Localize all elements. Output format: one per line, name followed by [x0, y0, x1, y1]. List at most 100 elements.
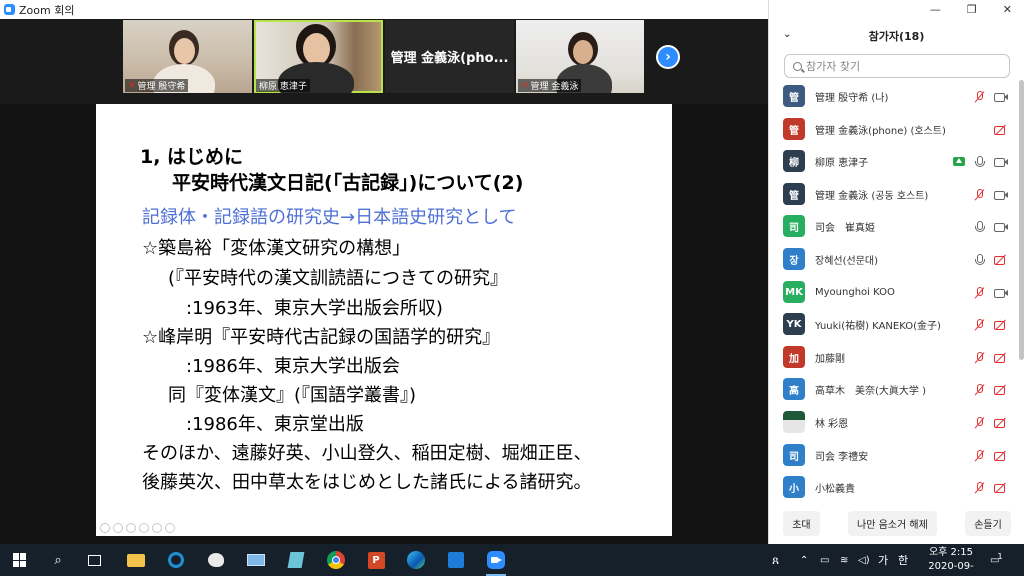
edge-icon[interactable]	[404, 548, 428, 572]
slide-subtitle: 記録体・記録語の研究史→日本語史研究として	[142, 207, 517, 228]
search-input[interactable]	[806, 59, 996, 73]
shared-screen-area: 1, はじめに 平安時代漢文日記(「古記録」)について(2) 記録体・記録語の研…	[0, 104, 768, 544]
task-view-icon[interactable]	[82, 548, 106, 572]
window-controls: — ❐ ✕	[769, 0, 1024, 19]
paint-icon[interactable]	[204, 548, 228, 572]
slide-line: 同『変体漢文』(『国語学叢書』)	[168, 385, 417, 406]
video-tile-label: ✕ 管理 金義泳	[518, 79, 582, 92]
minimize-icon[interactable]: —	[930, 3, 941, 16]
slide-line: :1986年、東京大学出版会	[186, 356, 400, 377]
mic-muted-icon	[973, 351, 986, 363]
pen-icon[interactable]	[126, 523, 136, 533]
participant-row[interactable]: MK Myounghoi KOO	[769, 276, 1017, 308]
internet-explorer-icon[interactable]	[164, 548, 188, 572]
participant-name: 管理 殷守希 (나)	[815, 92, 889, 104]
person-face	[303, 33, 330, 65]
video-tile[interactable]: 管理 金義泳(pho...	[385, 20, 514, 93]
video-tile[interactable]: ✕ 管理 金義泳	[516, 20, 644, 93]
mic-muted-icon	[973, 188, 986, 200]
participant-status-icons	[973, 416, 1007, 428]
participant-row[interactable]: 司司会 李禮安	[769, 439, 1017, 471]
next-page-button[interactable]: ›	[656, 45, 680, 69]
participant-status-icons	[973, 90, 1007, 102]
participant-status-icons	[994, 124, 1007, 135]
camera-off-icon	[994, 384, 1007, 395]
participant-status-icons	[973, 383, 1007, 395]
ime-mode-indicator[interactable]: 가	[878, 544, 888, 576]
people-icon[interactable]: ጸ	[772, 544, 779, 576]
more-icon[interactable]	[165, 523, 175, 533]
avatar: 司	[783, 444, 805, 466]
maximize-icon[interactable]: ❐	[967, 3, 977, 16]
participant-row[interactable]: 柳柳原 恵津子	[769, 145, 1017, 177]
participants-footer: 초대 나만 음소거 해제 손들기	[769, 508, 1024, 538]
zoom-icon[interactable]	[152, 523, 162, 533]
mic-muted-icon: ✕	[521, 80, 529, 91]
camera-off-icon	[994, 450, 1007, 461]
participant-row[interactable]: 小小松義貴	[769, 471, 1017, 502]
participant-name: 管理 金義泳 (공동 호스트)	[815, 190, 929, 202]
battery-icon[interactable]: ▭	[820, 544, 829, 576]
camera-icon	[994, 156, 1007, 167]
participant-name: 加藤剛	[815, 353, 845, 365]
camera-off-icon	[994, 254, 1007, 265]
participant-row[interactable]: 林 彩恩	[769, 406, 1017, 438]
chevron-right-icon: ›	[665, 49, 671, 65]
notes-icon[interactable]	[284, 548, 308, 572]
mic-muted-icon	[973, 449, 986, 461]
scrollbar[interactable]	[1019, 80, 1024, 360]
participant-row[interactable]: 管管理 殷守希 (나)	[769, 80, 1017, 112]
prev-slide-icon[interactable]	[100, 523, 110, 533]
participant-row[interactable]: 司司会 崔真姫	[769, 210, 1017, 242]
next-slide-icon[interactable]	[113, 523, 123, 533]
camera-off-icon	[994, 352, 1007, 363]
clock-date: 2020-09-19	[928, 561, 974, 576]
taskbar-clock[interactable]: 오후 2:15 2020-09-19	[924, 546, 978, 576]
participant-search[interactable]	[784, 54, 1010, 78]
slide-line: :1986年、東京堂出版	[186, 414, 364, 435]
mic-muted-icon	[973, 383, 986, 395]
presentation-slide: 1, はじめに 平安時代漢文日記(「古記録」)について(2) 記録体・記録語の研…	[96, 104, 672, 536]
start-button[interactable]	[8, 548, 32, 572]
participant-row[interactable]: 加加藤剛	[769, 341, 1017, 373]
volume-icon[interactable]: ◁)	[858, 544, 870, 576]
invite-button[interactable]: 초대	[783, 510, 820, 536]
mic-muted-icon	[973, 416, 986, 428]
mic-icon	[973, 220, 986, 232]
participant-row[interactable]: 장 장혜선(선문대)	[769, 243, 1017, 275]
participant-row[interactable]: 管管理 金義泳(phone) (호스트)	[769, 113, 1017, 145]
participants-title: 참가자(18)	[868, 30, 925, 43]
camera-off-icon	[994, 417, 1007, 428]
chevron-down-icon[interactable]: ⌄	[783, 29, 791, 40]
chrome-icon[interactable]	[324, 548, 348, 572]
video-tile-active-speaker[interactable]: 柳原 恵津子	[254, 20, 383, 93]
app-icon[interactable]	[444, 548, 468, 572]
zoom-logo-icon	[4, 4, 15, 15]
close-icon[interactable]: ✕	[1003, 3, 1012, 16]
chevron-up-icon[interactable]: ⌃	[800, 544, 808, 576]
participant-row[interactable]: 高高草木 美奈(大眞大学 )	[769, 373, 1017, 405]
video-tile-label: ✕ 管理 殷守希	[125, 79, 189, 92]
unmute-me-button[interactable]: 나만 음소거 해제	[848, 510, 937, 536]
mic-icon	[973, 155, 986, 167]
participant-status-icons	[953, 155, 1007, 167]
raise-hand-button[interactable]: 손들기	[965, 510, 1011, 536]
title-bar: Zoom 회의	[0, 0, 768, 19]
mail-icon[interactable]	[244, 548, 268, 572]
avatar: 管	[783, 183, 805, 205]
participant-name: 司会 李禮安	[815, 451, 869, 463]
zoom-taskbar-icon[interactable]	[484, 548, 508, 576]
participant-row[interactable]: 管管理 金義泳 (공동 호스트)	[769, 178, 1017, 210]
search-icon[interactable]: ⌕	[46, 548, 70, 572]
notification-center[interactable]: ▭ 1	[990, 544, 1003, 576]
wifi-icon[interactable]: ≋	[840, 544, 848, 576]
video-tile[interactable]: ✕ 管理 殷守希	[123, 20, 252, 93]
powerpoint-icon[interactable]: P	[364, 548, 388, 572]
slide-toolbar	[100, 523, 175, 533]
ime-language-indicator[interactable]: 한	[898, 544, 908, 576]
avatar: 加	[783, 346, 805, 368]
participant-row[interactable]: YK Yuuki(祐樹) KANEKO(金子)	[769, 308, 1017, 340]
slides-icon[interactable]	[139, 523, 149, 533]
file-explorer-icon[interactable]	[124, 548, 148, 572]
avatar: MK	[783, 281, 805, 303]
